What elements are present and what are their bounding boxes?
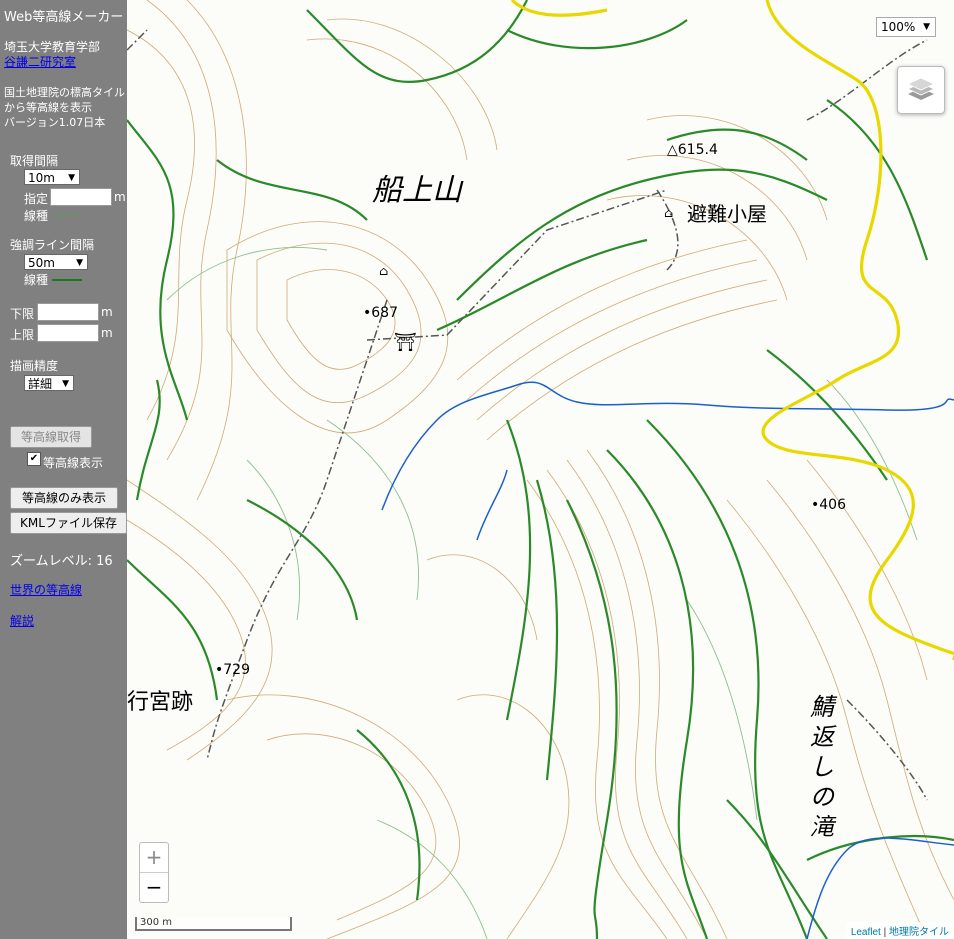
interval-value: 10m	[28, 171, 55, 185]
spot-687-label: •687	[363, 305, 398, 321]
show-contours-checkbox[interactable]: ✔	[27, 452, 41, 466]
contours-only-button[interactable]: 等高線のみ表示	[10, 487, 118, 509]
lab-link[interactable]: 谷謙二研究室	[4, 53, 76, 70]
chevron-down-icon: ▼	[923, 22, 930, 32]
emphasis-value: 50m	[28, 256, 55, 270]
layers-button[interactable]	[897, 66, 945, 114]
kml-save-button[interactable]: KMLファイル保存	[10, 512, 127, 534]
attribution-separator: |	[880, 927, 889, 938]
zoom-in-button[interactable]: +	[140, 843, 168, 872]
spot-729-label: •729	[215, 662, 250, 678]
emphasis-label: 強調ライン間隔	[10, 238, 95, 252]
unit-m: m	[114, 190, 126, 204]
lower-label: 下限	[10, 307, 35, 321]
chevron-down-icon: ▼	[62, 379, 69, 389]
precision-select[interactable]: 詳細 ▼	[24, 375, 74, 391]
upper-label: 上限	[10, 328, 35, 342]
emphasis-select[interactable]: 50m ▼	[24, 254, 88, 270]
sidebar: Web等高線メーカー 埼玉大学教育学部 谷謙二研究室 国土地理院の標高タイル か…	[0, 0, 127, 939]
precision-label: 描画精度	[10, 359, 59, 373]
interval-label: 取得間隔	[10, 154, 59, 168]
spot-687-value: 687	[371, 305, 398, 321]
zoom-level-text: ズームレベル: 16	[10, 554, 113, 569]
layers-icon	[907, 77, 935, 100]
upper-input[interactable]	[37, 324, 99, 342]
emphasis-line-type-label: 線種	[24, 273, 49, 287]
custom-interval-label: 指定	[24, 192, 49, 206]
chevron-down-icon: ▼	[68, 173, 75, 183]
scale-bar: 300 m	[135, 917, 292, 931]
shrine-icon: ⛩	[394, 332, 417, 353]
lower-unit: m	[101, 305, 113, 319]
hut-icon: ⌂	[379, 264, 389, 278]
help-link[interactable]: 解説	[10, 612, 34, 629]
desc-line1: 国土地理院の標高タイル	[4, 86, 125, 99]
mountain-label: 船上山	[372, 173, 462, 208]
hut-icon: ⌂	[664, 206, 674, 220]
app-title: Web等高線メーカー	[4, 10, 124, 25]
zoom-percent-value: 100%	[881, 20, 916, 34]
spot-729-value: 729	[223, 662, 250, 678]
line-type-sample[interactable]	[52, 215, 82, 216]
upper-unit: m	[101, 326, 113, 340]
zoom-control: + −	[139, 842, 169, 903]
attribution: Leaflet | 地理院タイル	[845, 922, 954, 939]
ruins-label: 行宮跡	[127, 690, 194, 715]
lower-input[interactable]	[37, 303, 99, 321]
contour-map[interactable]: 船上山 避難小屋 △615.4 •687 •729 •406 行宮跡 鯖返しの滝…	[127, 0, 954, 939]
spot-406-value: 406	[819, 497, 846, 513]
show-contours-label: 等高線表示	[43, 456, 104, 470]
spot-406-label: •406	[811, 497, 846, 513]
emphasis-line-sample[interactable]	[52, 279, 82, 281]
peak-615-label: △615.4	[667, 142, 718, 158]
line-type-label: 線種	[24, 209, 49, 223]
version-text: バージョン1.07日本	[4, 116, 106, 129]
precision-value: 詳細	[28, 377, 53, 391]
fetch-contours-button[interactable]: 等高線取得	[10, 426, 92, 448]
custom-interval-input[interactable]	[50, 188, 112, 206]
interval-select[interactable]: 10m ▼	[24, 169, 80, 185]
zoom-out-button[interactable]: −	[140, 872, 168, 902]
gsi-tile-link[interactable]: 地理院タイル	[889, 927, 949, 938]
hut-label: 避難小屋	[687, 202, 767, 226]
zoom-percent-select[interactable]: 100% ▼	[876, 17, 936, 37]
desc-line2: から等高線を表示	[4, 101, 92, 114]
chevron-down-icon: ▼	[76, 258, 83, 268]
world-contours-link[interactable]: 世界の等高線	[10, 581, 82, 598]
waterfall-label: 鯖返しの滝	[810, 693, 834, 841]
leaflet-link[interactable]: Leaflet	[851, 927, 881, 938]
